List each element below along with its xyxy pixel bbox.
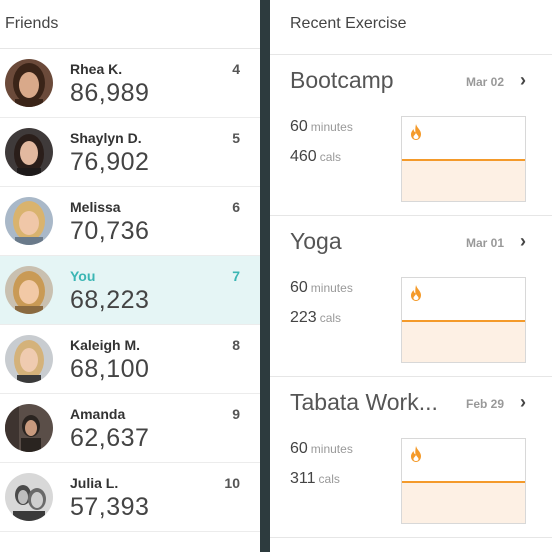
chart-line <box>402 320 525 322</box>
chevron-right-icon[interactable]: › <box>520 231 526 252</box>
avatar <box>5 59 53 107</box>
exercise-card[interactable]: Yoga Mar 01 › 60 minutes 223 cals <box>270 216 552 377</box>
exercise-calories: 223 cals <box>290 309 341 327</box>
friend-name: Amanda <box>70 406 126 422</box>
minutes-value: 60 <box>290 118 308 135</box>
friend-steps: 68,223 <box>70 286 150 314</box>
friend-name: Julia L. <box>70 475 119 491</box>
friend-rank: 10 <box>224 475 240 491</box>
exercise-minutes: 60 minutes <box>290 279 353 297</box>
avatar <box>5 128 53 176</box>
friend-name: Shaylyn D. <box>70 130 142 146</box>
friend-steps: 57,393 <box>70 493 150 521</box>
chart-fill <box>402 483 525 523</box>
friend-row[interactable]: Julia L. 57,393 10 <box>0 463 260 532</box>
friend-steps: 86,989 <box>70 79 150 107</box>
friend-name: You <box>70 268 96 284</box>
calories-unit: cals <box>319 311 342 325</box>
exercise-minutes: 60 minutes <box>290 118 353 136</box>
friend-row[interactable]: Shaylyn D. 76,902 5 <box>0 118 260 187</box>
avatar <box>5 197 53 245</box>
friend-name: Melissa <box>70 199 121 215</box>
friends-title: Friends <box>0 0 260 49</box>
friend-row[interactable]: Rhea K. 86,989 4 <box>0 49 260 118</box>
friend-rank: 9 <box>232 406 240 422</box>
exercise-date: Feb 29 <box>465 397 504 411</box>
friend-steps: 62,637 <box>70 424 150 452</box>
exercise-date: Mar 02 <box>465 75 504 89</box>
friend-rank: 5 <box>232 130 240 146</box>
friend-rank: 7 <box>232 268 240 284</box>
calories-unit: cals <box>319 150 342 164</box>
exercise-calories: 311 cals <box>290 470 340 488</box>
friends-panel: Friends Rhea K. 86,989 4 Shaylyn D. 76,9… <box>0 0 260 552</box>
exercise-card[interactable]: Bootcamp Mar 02 › 60 minutes 460 cals <box>270 55 552 216</box>
minutes-unit: minutes <box>310 442 353 456</box>
exercise-calories: 460 cals <box>290 148 341 166</box>
friend-steps: 68,100 <box>70 355 150 383</box>
friend-row[interactable]: Kaleigh M. 68,100 8 <box>0 325 260 394</box>
minutes-value: 60 <box>290 440 308 457</box>
chart-line <box>402 159 525 161</box>
calories-value: 223 <box>290 309 317 326</box>
minutes-unit: minutes <box>310 120 353 134</box>
calories-value: 311 <box>290 470 316 487</box>
avatar <box>5 335 53 383</box>
chart-fill <box>402 161 525 201</box>
minutes-unit: minutes <box>310 281 353 295</box>
friend-row[interactable]: Melissa 70,736 6 <box>0 187 260 256</box>
friend-rank: 8 <box>232 337 240 353</box>
friend-rank: 6 <box>232 199 240 215</box>
flame-icon <box>411 446 421 462</box>
exercise-minutes: 60 minutes <box>290 440 353 458</box>
recent-exercise-panel: Recent Exercise Bootcamp Mar 02 › 60 minu… <box>270 0 552 552</box>
chevron-right-icon[interactable]: › <box>520 70 526 91</box>
friend-steps: 70,736 <box>70 217 150 245</box>
heart-rate-mini-chart <box>401 277 526 363</box>
avatar <box>5 266 53 314</box>
chevron-right-icon[interactable]: › <box>520 392 526 413</box>
minutes-value: 60 <box>290 279 308 296</box>
friend-rank: 4 <box>232 61 240 77</box>
friend-name: Kaleigh M. <box>70 337 141 353</box>
exercise-name: Tabata Work... <box>290 389 438 415</box>
friend-name: Rhea K. <box>70 61 123 77</box>
flame-icon <box>411 124 421 140</box>
friend-row-self[interactable]: You 68,223 7 <box>0 256 260 325</box>
chart-fill <box>402 322 525 362</box>
calories-value: 460 <box>290 148 317 165</box>
exercise-name: Bootcamp <box>290 67 394 93</box>
heart-rate-mini-chart <box>401 116 526 202</box>
avatar <box>5 473 53 521</box>
exercise-date: Mar 01 <box>465 236 504 250</box>
chart-line <box>402 481 525 483</box>
friend-row[interactable]: Amanda 62,637 9 <box>0 394 260 463</box>
friend-steps: 76,902 <box>70 148 150 176</box>
avatar <box>5 404 53 452</box>
recent-exercise-title: Recent Exercise <box>270 0 552 55</box>
exercise-card[interactable]: Tabata Work... Feb 29 › 60 minutes 311 cal… <box>270 377 552 538</box>
flame-icon <box>411 285 421 301</box>
heart-rate-mini-chart <box>401 438 526 524</box>
exercise-name: Yoga <box>290 228 342 254</box>
calories-unit: cals <box>318 472 340 486</box>
